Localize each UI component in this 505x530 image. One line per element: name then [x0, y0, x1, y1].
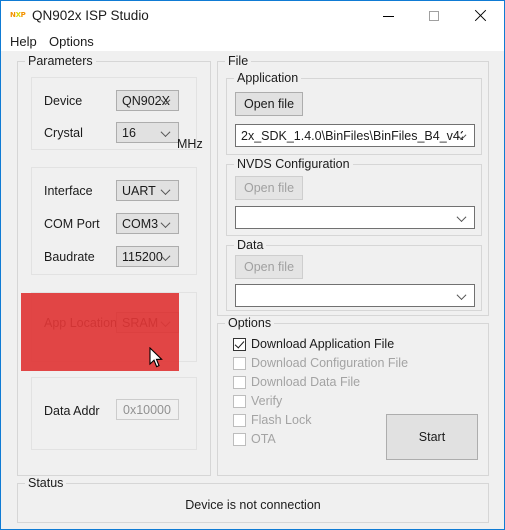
data-addr-label: Data Addr [44, 404, 100, 418]
application-path-value: 2x_SDK_1.4.0\BinFiles\BinFiles_B4_v42\bl… [241, 128, 463, 143]
chevron-down-icon [162, 251, 171, 260]
nvds-path-combo[interactable] [235, 206, 475, 229]
parameters-group-label: Parameters [25, 54, 96, 68]
checkbox-ota[interactable]: OTA [233, 432, 276, 446]
start-button[interactable]: Start [386, 414, 478, 460]
menu-bar: Help Options [1, 31, 504, 51]
maximize-icon[interactable] [411, 1, 457, 31]
application-path-combo[interactable]: 2x_SDK_1.4.0\BinFiles\BinFiles_B4_v42\bl… [235, 124, 475, 147]
baudrate-label: Baudrate [44, 250, 95, 264]
connection-settings-panel: Interface UART COM Port COM3 Baudrate 11… [31, 167, 197, 275]
checkbox-icon [233, 394, 246, 408]
file-group: File Application Open file 2x_SDK_1.4.0\… [217, 54, 489, 316]
window-title: QN902x ISP Studio [32, 8, 149, 23]
chevron-down-icon [458, 130, 467, 139]
nxp-logo-icon: NXP [10, 11, 26, 19]
data-path-combo[interactable] [235, 284, 475, 307]
checkbox-label: Download Configuration File [251, 356, 409, 370]
chevron-down-icon [162, 127, 171, 136]
checkbox-icon [233, 375, 246, 389]
com-port-label: COM Port [44, 217, 100, 231]
mouse-cursor [149, 346, 163, 369]
options-group: Options Download Application File Downlo… [217, 316, 489, 476]
checkbox-label: Download Application File [251, 337, 395, 351]
device-combo[interactable]: QN902X [116, 90, 179, 111]
application-open-file-button[interactable]: Open file [235, 92, 303, 116]
crystal-combo[interactable]: 16 [116, 122, 179, 143]
device-label: Device [44, 94, 83, 108]
baudrate-value: 115200 [122, 249, 163, 264]
checkbox-flash-lock[interactable]: Flash Lock [233, 413, 311, 427]
app-window: NXP QN902x ISP Studio Help Options Param… [0, 0, 505, 530]
baudrate-combo[interactable]: 115200 [116, 246, 179, 267]
application-group: Application Open file 2x_SDK_1.4.0\BinFi… [226, 71, 482, 155]
status-group: Status Device is not connection [17, 476, 489, 523]
interface-label: Interface [44, 184, 93, 198]
minimize-icon[interactable] [365, 1, 411, 31]
checkbox-icon [233, 337, 246, 351]
checkbox-icon [233, 356, 246, 370]
chevron-down-icon [162, 95, 171, 104]
data-addr-input[interactable]: 0x10000 [116, 399, 179, 420]
status-message: Device is not connection [185, 498, 321, 512]
file-group-label: File [225, 54, 252, 68]
title-bar: NXP QN902x ISP Studio [1, 1, 504, 31]
chevron-down-icon [162, 185, 171, 194]
crystal-value: 16 [122, 125, 136, 140]
status-group-label: Status [25, 476, 67, 490]
checkbox-label: OTA [251, 432, 276, 446]
options-group-label: Options [225, 316, 275, 330]
com-port-value: COM3 [122, 216, 159, 231]
nvds-group: NVDS Configuration Open file [226, 157, 482, 236]
com-port-combo[interactable]: COM3 [116, 213, 179, 234]
close-icon[interactable] [457, 1, 503, 31]
checkbox-download-configuration-file[interactable]: Download Configuration File [233, 356, 408, 370]
data-open-file-button[interactable]: Open file [235, 255, 303, 279]
device-settings-panel: Device QN902X Crystal 16 [31, 77, 197, 150]
data-group: Data Open file [226, 238, 482, 311]
nvds-open-file-button[interactable]: Open file [235, 176, 303, 200]
client-area: Parameters Device QN902X Crystal 16 MHz … [1, 51, 504, 529]
menu-item-help[interactable]: Help [6, 33, 41, 50]
application-group-label: Application [234, 71, 302, 85]
data-addr-panel: Data Addr 0x10000 [31, 377, 197, 450]
crystal-label: Crystal [44, 126, 83, 140]
interface-combo[interactable]: UART [116, 180, 179, 201]
checkbox-label: Verify [251, 394, 283, 408]
checkbox-label: Flash Lock [251, 413, 312, 427]
checkbox-icon [233, 432, 246, 446]
data-addr-value: 0x10000 [123, 402, 171, 417]
chevron-down-icon [458, 290, 467, 299]
checkbox-icon [233, 413, 246, 427]
data-group-label: Data [234, 238, 267, 252]
menu-item-options[interactable]: Options [45, 33, 98, 50]
chevron-down-icon [458, 212, 467, 221]
checkbox-download-data-file[interactable]: Download Data File [233, 375, 360, 389]
chevron-down-icon [162, 218, 171, 227]
interface-value: UART [122, 183, 156, 198]
nvds-group-label: NVDS Configuration [234, 157, 353, 171]
checkbox-verify[interactable]: Verify [233, 394, 282, 408]
crystal-unit-label: MHz [177, 137, 203, 151]
parameters-group: Parameters Device QN902X Crystal 16 MHz … [17, 54, 211, 476]
checkbox-download-application-file[interactable]: Download Application File [233, 337, 394, 351]
checkbox-label: Download Data File [251, 375, 361, 389]
